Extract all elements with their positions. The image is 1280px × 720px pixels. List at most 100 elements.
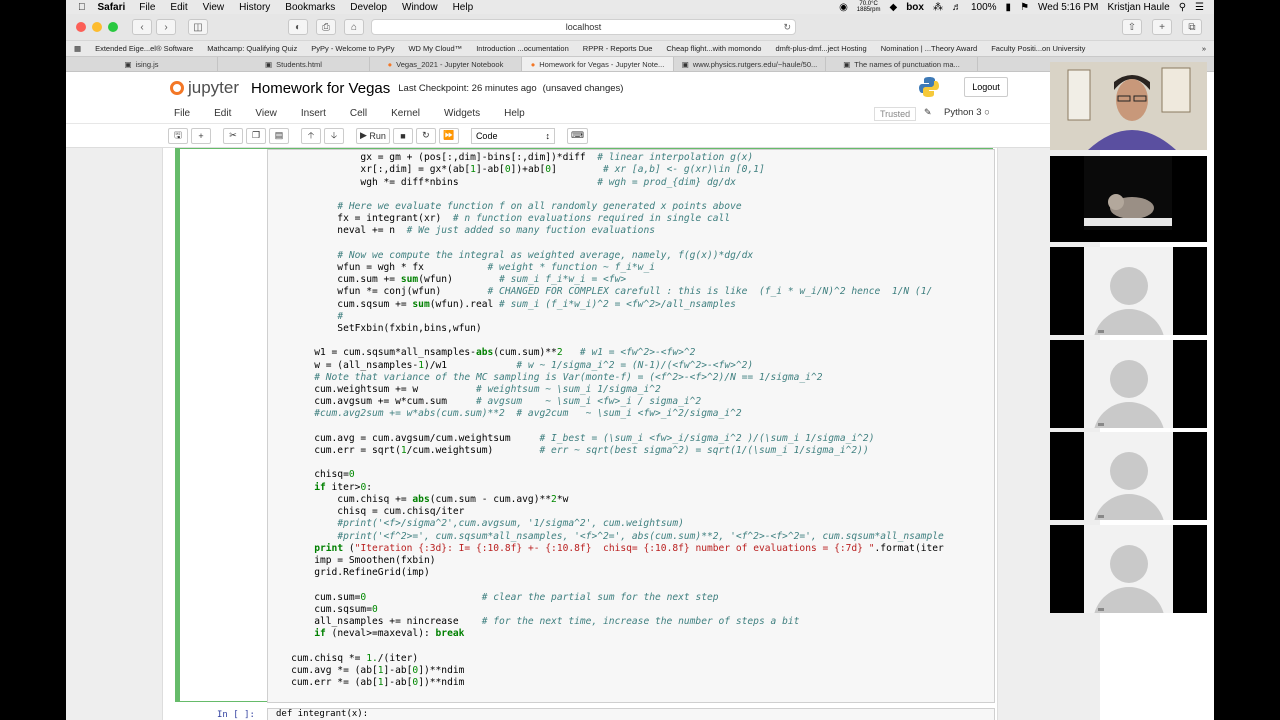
- apple-icon[interactable]: : [78, 2, 86, 13]
- run-button[interactable]: ▶ Run: [356, 127, 390, 144]
- close-button[interactable]: [76, 22, 86, 32]
- jmenu-widgets[interactable]: Widgets: [444, 108, 480, 119]
- kernel-indicator[interactable]: Python 3 ○: [944, 107, 990, 118]
- tab-homework-vegas[interactable]: ● Homework for Vegas - Jupyter Note...: [522, 57, 674, 71]
- privacy-icon[interactable]: ◐: [288, 19, 308, 35]
- wifi-icon[interactable]: ◉: [839, 2, 848, 13]
- video-tile-participant[interactable]: [1050, 525, 1207, 613]
- bookmark-item[interactable]: Extended Eige...el® Software: [95, 44, 193, 53]
- bookmark-item[interactable]: Nomination | ...Theory Award: [881, 44, 977, 53]
- speaker-video-icon: [1050, 62, 1207, 150]
- menu-develop[interactable]: Develop: [350, 2, 387, 13]
- notification-icon[interactable]: ☰: [1195, 2, 1204, 13]
- selected-code-cell[interactable]: diff = gi - gm # g[i]-g[i-1] gx = gm + (…: [175, 148, 995, 703]
- volume-icon[interactable]: ♬: [952, 2, 962, 13]
- video-tile-participant[interactable]: [1050, 340, 1207, 428]
- menu-file[interactable]: File: [139, 2, 155, 13]
- copy-icon[interactable]: ❐: [246, 127, 266, 144]
- notebook-title[interactable]: Homework for Vegas: [251, 80, 390, 97]
- tab-overview-icon[interactable]: ⧉: [1182, 19, 1202, 35]
- jupyter-logo[interactable]: jupyter: [170, 78, 239, 98]
- dropbox-icon[interactable]: ◆: [889, 2, 897, 13]
- minimize-button[interactable]: [92, 22, 102, 32]
- clock[interactable]: Wed 5:16 PM: [1038, 2, 1098, 13]
- home-icon[interactable]: ⌂: [344, 19, 364, 35]
- menu-help[interactable]: Help: [453, 2, 474, 13]
- save-icon[interactable]: 🖫: [168, 127, 188, 144]
- bookmarks-overflow-icon[interactable]: »: [1202, 44, 1214, 53]
- box-icon[interactable]: box: [906, 2, 924, 13]
- bookmark-item[interactable]: dmft-plus-dmf...ject Hosting: [775, 44, 866, 53]
- code-editor[interactable]: diff = gi - gm # g[i]-g[i-1] gx = gm + (…: [267, 149, 995, 703]
- jmenu-file[interactable]: File: [174, 108, 190, 119]
- restart-icon[interactable]: ↻: [415, 127, 436, 144]
- bookmark-item[interactable]: Faculty Positi...on University: [991, 44, 1085, 53]
- print-icon[interactable]: ⎙: [316, 19, 336, 35]
- participant-avatar-icon: [1084, 247, 1173, 335]
- menu-edit[interactable]: Edit: [170, 2, 187, 13]
- select-arrows-icon: ↕: [545, 130, 550, 141]
- move-up-icon[interactable]: 🡡: [301, 127, 321, 144]
- tab-vegas-2021[interactable]: ● Vegas_2021 - Jupyter Notebook: [370, 57, 522, 71]
- logout-button[interactable]: Logout: [964, 77, 1008, 97]
- insert-cell-icon[interactable]: +: [191, 127, 211, 144]
- bluetooth-icon[interactable]: ⁂: [933, 2, 943, 13]
- menu-bookmarks[interactable]: Bookmarks: [285, 2, 335, 13]
- sidebar-icon[interactable]: ◫: [188, 19, 208, 35]
- move-down-icon[interactable]: 🡣: [324, 127, 344, 144]
- forward-button[interactable]: ›: [156, 19, 176, 35]
- bookmark-item[interactable]: Cheap flight...with momondo: [666, 44, 761, 53]
- battery-percent[interactable]: 100%: [971, 2, 997, 13]
- menu-window[interactable]: Window: [402, 2, 438, 13]
- stop-icon[interactable]: ■: [392, 127, 413, 144]
- address-bar[interactable]: localhost ↻: [371, 19, 796, 35]
- jmenu-cell[interactable]: Cell: [350, 108, 367, 119]
- bookmark-item[interactable]: Introduction ...ocumentation: [476, 44, 569, 53]
- video-tile-speaker[interactable]: [1050, 62, 1207, 150]
- bookmark-item[interactable]: Mathcamp: Qualifying Quiz: [207, 44, 297, 53]
- tab-punctuation[interactable]: ▣ The names of punctuation ma...: [826, 57, 978, 71]
- bookmarks-grid-icon[interactable]: ▦: [74, 44, 81, 53]
- participant-avatar-icon: [1084, 525, 1173, 613]
- jmenu-view[interactable]: View: [255, 108, 277, 119]
- video-tile-cat[interactable]: [1050, 156, 1207, 242]
- app-menu-name[interactable]: Safari: [98, 2, 126, 13]
- new-tab-button[interactable]: +: [1152, 19, 1172, 35]
- tab-students[interactable]: ▣ Students.html: [218, 57, 370, 71]
- jupyter-header: jupyter Homework for Vegas Last Checkpoi…: [66, 72, 1214, 104]
- bookmark-item[interactable]: RPPR - Reports Due: [583, 44, 653, 53]
- jmenu-insert[interactable]: Insert: [301, 108, 326, 119]
- tab-ising[interactable]: ▣ ising.js: [66, 57, 218, 71]
- back-button[interactable]: ‹: [132, 19, 152, 35]
- video-tile-participant[interactable]: [1050, 247, 1207, 335]
- restart-run-all-icon[interactable]: ⏩: [438, 127, 459, 144]
- bookmark-item[interactable]: WD My Cloud™: [408, 44, 462, 53]
- menu-view[interactable]: View: [203, 2, 225, 13]
- trusted-badge[interactable]: Trusted: [874, 107, 917, 121]
- zoom-button[interactable]: [108, 22, 118, 32]
- share-icon[interactable]: ⇧: [1122, 19, 1142, 35]
- user-name[interactable]: Kristjan Haule: [1107, 2, 1169, 13]
- pencil-icon[interactable]: ✎: [924, 107, 932, 118]
- command-palette-icon[interactable]: ⌨: [566, 127, 588, 144]
- cut-icon[interactable]: ✂: [223, 127, 243, 144]
- jupyter-logo-icon: [170, 81, 184, 95]
- battery-icon[interactable]: ▮: [1006, 2, 1012, 13]
- bookmark-item[interactable]: PyPy - Welcome to PyPy: [311, 44, 394, 53]
- spotlight-icon[interactable]: ⚲: [1179, 2, 1186, 13]
- video-tile-participant[interactable]: [1050, 432, 1207, 520]
- right-margin: [1214, 0, 1280, 720]
- paste-icon[interactable]: ▤: [269, 127, 289, 144]
- jmenu-edit[interactable]: Edit: [214, 108, 231, 119]
- jupyter-tab-icon: ●: [530, 59, 536, 69]
- cell-type-select[interactable]: Code ↕: [470, 127, 555, 144]
- temp-readout[interactable]: 70.0°C 1885rpm: [857, 1, 881, 13]
- tab-physics-rutgers[interactable]: ▣ www.physics.rutgers.edu/~haule/50...: [674, 57, 826, 71]
- menu-history[interactable]: History: [239, 2, 270, 13]
- next-code-cell[interactable]: In [ ]: def integrant(x):: [175, 708, 995, 720]
- jmenu-help[interactable]: Help: [504, 108, 525, 119]
- jmenu-kernel[interactable]: Kernel: [391, 108, 420, 119]
- flag-icon[interactable]: ⚑: [1020, 2, 1029, 13]
- next-cell-editor[interactable]: def integrant(x):: [267, 708, 995, 720]
- reload-icon[interactable]: ↻: [783, 22, 791, 33]
